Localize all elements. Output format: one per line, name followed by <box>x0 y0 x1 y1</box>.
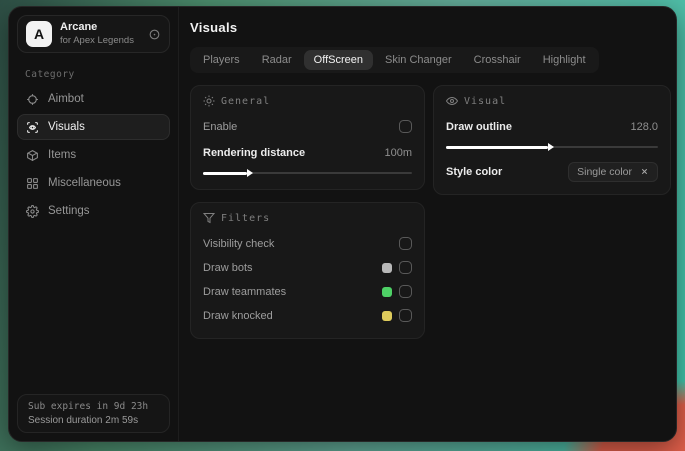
sidebar-item-items[interactable]: Items <box>17 142 170 168</box>
sidebar-item-label: Aimbot <box>48 93 84 105</box>
tab-offscreen[interactable]: OffScreen <box>303 50 373 70</box>
enable-checkbox[interactable] <box>399 120 412 133</box>
tab-players[interactable]: Players <box>193 50 250 70</box>
draw-bots-color-swatch[interactable] <box>382 262 392 273</box>
tab-bar: Players Radar OffScreen Skin Changer Cro… <box>190 47 599 73</box>
sidebar: A Arcane for Apex Legends Category Aimbo… <box>9 7 179 441</box>
panel-title: Filters <box>221 212 271 224</box>
sidebar-item-label: Settings <box>48 205 90 217</box>
draw-knocked-label: Draw knocked <box>203 309 273 322</box>
rendering-distance-value: 100m <box>384 146 412 159</box>
sidebar-item-label: Items <box>48 149 77 161</box>
slider-thumb[interactable] <box>246 169 253 177</box>
category-label: Category <box>25 69 75 80</box>
draw-outline-slider[interactable] <box>446 143 658 151</box>
tab-highlight[interactable]: Highlight <box>533 50 596 70</box>
draw-teammates-label: Draw teammates <box>203 285 287 298</box>
sidebar-item-label: Miscellaneous <box>48 177 121 189</box>
sidebar-item-settings[interactable]: Settings <box>17 198 170 224</box>
draw-outline-label: Draw outline <box>446 120 513 133</box>
grid-icon <box>26 177 39 190</box>
tab-crosshair[interactable]: Crosshair <box>464 50 531 70</box>
style-color-select[interactable]: Single color <box>568 161 658 182</box>
logo-card: A Arcane for Apex Legends <box>17 15 170 53</box>
sun-icon <box>203 95 215 107</box>
rendering-distance-slider[interactable] <box>203 169 412 177</box>
sub-expires-text: Sub expires in 9d 23h <box>28 401 149 412</box>
app-logo: A <box>26 21 52 47</box>
eye-scan-icon <box>26 121 39 134</box>
slider-fill <box>446 143 554 151</box>
session-info-card: Sub expires in 9d 23h Session duration 2… <box>17 394 170 433</box>
app-title: Arcane <box>60 21 98 34</box>
funnel-icon <box>203 212 215 224</box>
box-icon <box>26 149 39 162</box>
panel-title: General <box>221 95 271 107</box>
draw-bots-label: Draw bots <box>203 261 253 274</box>
enable-label: Enable <box>203 120 238 133</box>
sidebar-item-aimbot[interactable]: Aimbot <box>17 86 170 112</box>
sidebar-nav: Aimbot Visuals Items Miscellaneous Setti… <box>9 86 178 224</box>
draw-outline-value: 128.0 <box>630 120 658 133</box>
sidebar-item-label: Visuals <box>48 121 85 133</box>
draw-teammates-checkbox[interactable] <box>399 285 412 298</box>
visual-panel: Visual Draw outline 128.0 Style color Si… <box>433 85 671 195</box>
draw-teammates-color-swatch[interactable] <box>382 286 392 297</box>
rendering-distance-label: Rendering distance <box>203 146 306 159</box>
sidebar-item-visuals[interactable]: Visuals <box>17 114 170 140</box>
filters-panel: Filters Visibility check Draw bots Draw … <box>190 202 425 339</box>
draw-knocked-checkbox[interactable] <box>399 309 412 322</box>
gear-icon <box>26 204 39 218</box>
slider-fill <box>203 169 253 177</box>
app-subtitle: for Apex Legends <box>60 34 134 46</box>
tab-radar[interactable]: Radar <box>252 50 302 70</box>
general-panel: General Enable Rendering distance 100m <box>190 85 425 190</box>
draw-knocked-color-swatch[interactable] <box>382 310 392 321</box>
main-content: Visuals Players Radar OffScreen Skin Cha… <box>179 7 676 441</box>
crosshair-icon <box>26 93 39 106</box>
session-duration-text: Session duration 2m 59s <box>28 415 139 426</box>
visibility-check-checkbox[interactable] <box>399 237 412 250</box>
tab-skin-changer[interactable]: Skin Changer <box>375 50 462 70</box>
sidebar-item-miscellaneous[interactable]: Miscellaneous <box>17 170 170 196</box>
panel-title: Visual <box>464 95 507 107</box>
style-color-label: Style color <box>446 165 503 178</box>
pin-icon[interactable] <box>148 28 161 41</box>
visibility-check-label: Visibility check <box>203 237 275 250</box>
slider-thumb[interactable] <box>547 143 554 151</box>
eye-icon <box>446 95 458 107</box>
style-color-value: Single color <box>577 165 632 178</box>
page-title: Visuals <box>190 20 238 35</box>
app-window: A Arcane for Apex Legends Category Aimbo… <box>8 6 677 442</box>
draw-bots-checkbox[interactable] <box>399 261 412 274</box>
close-icon[interactable] <box>640 167 649 176</box>
